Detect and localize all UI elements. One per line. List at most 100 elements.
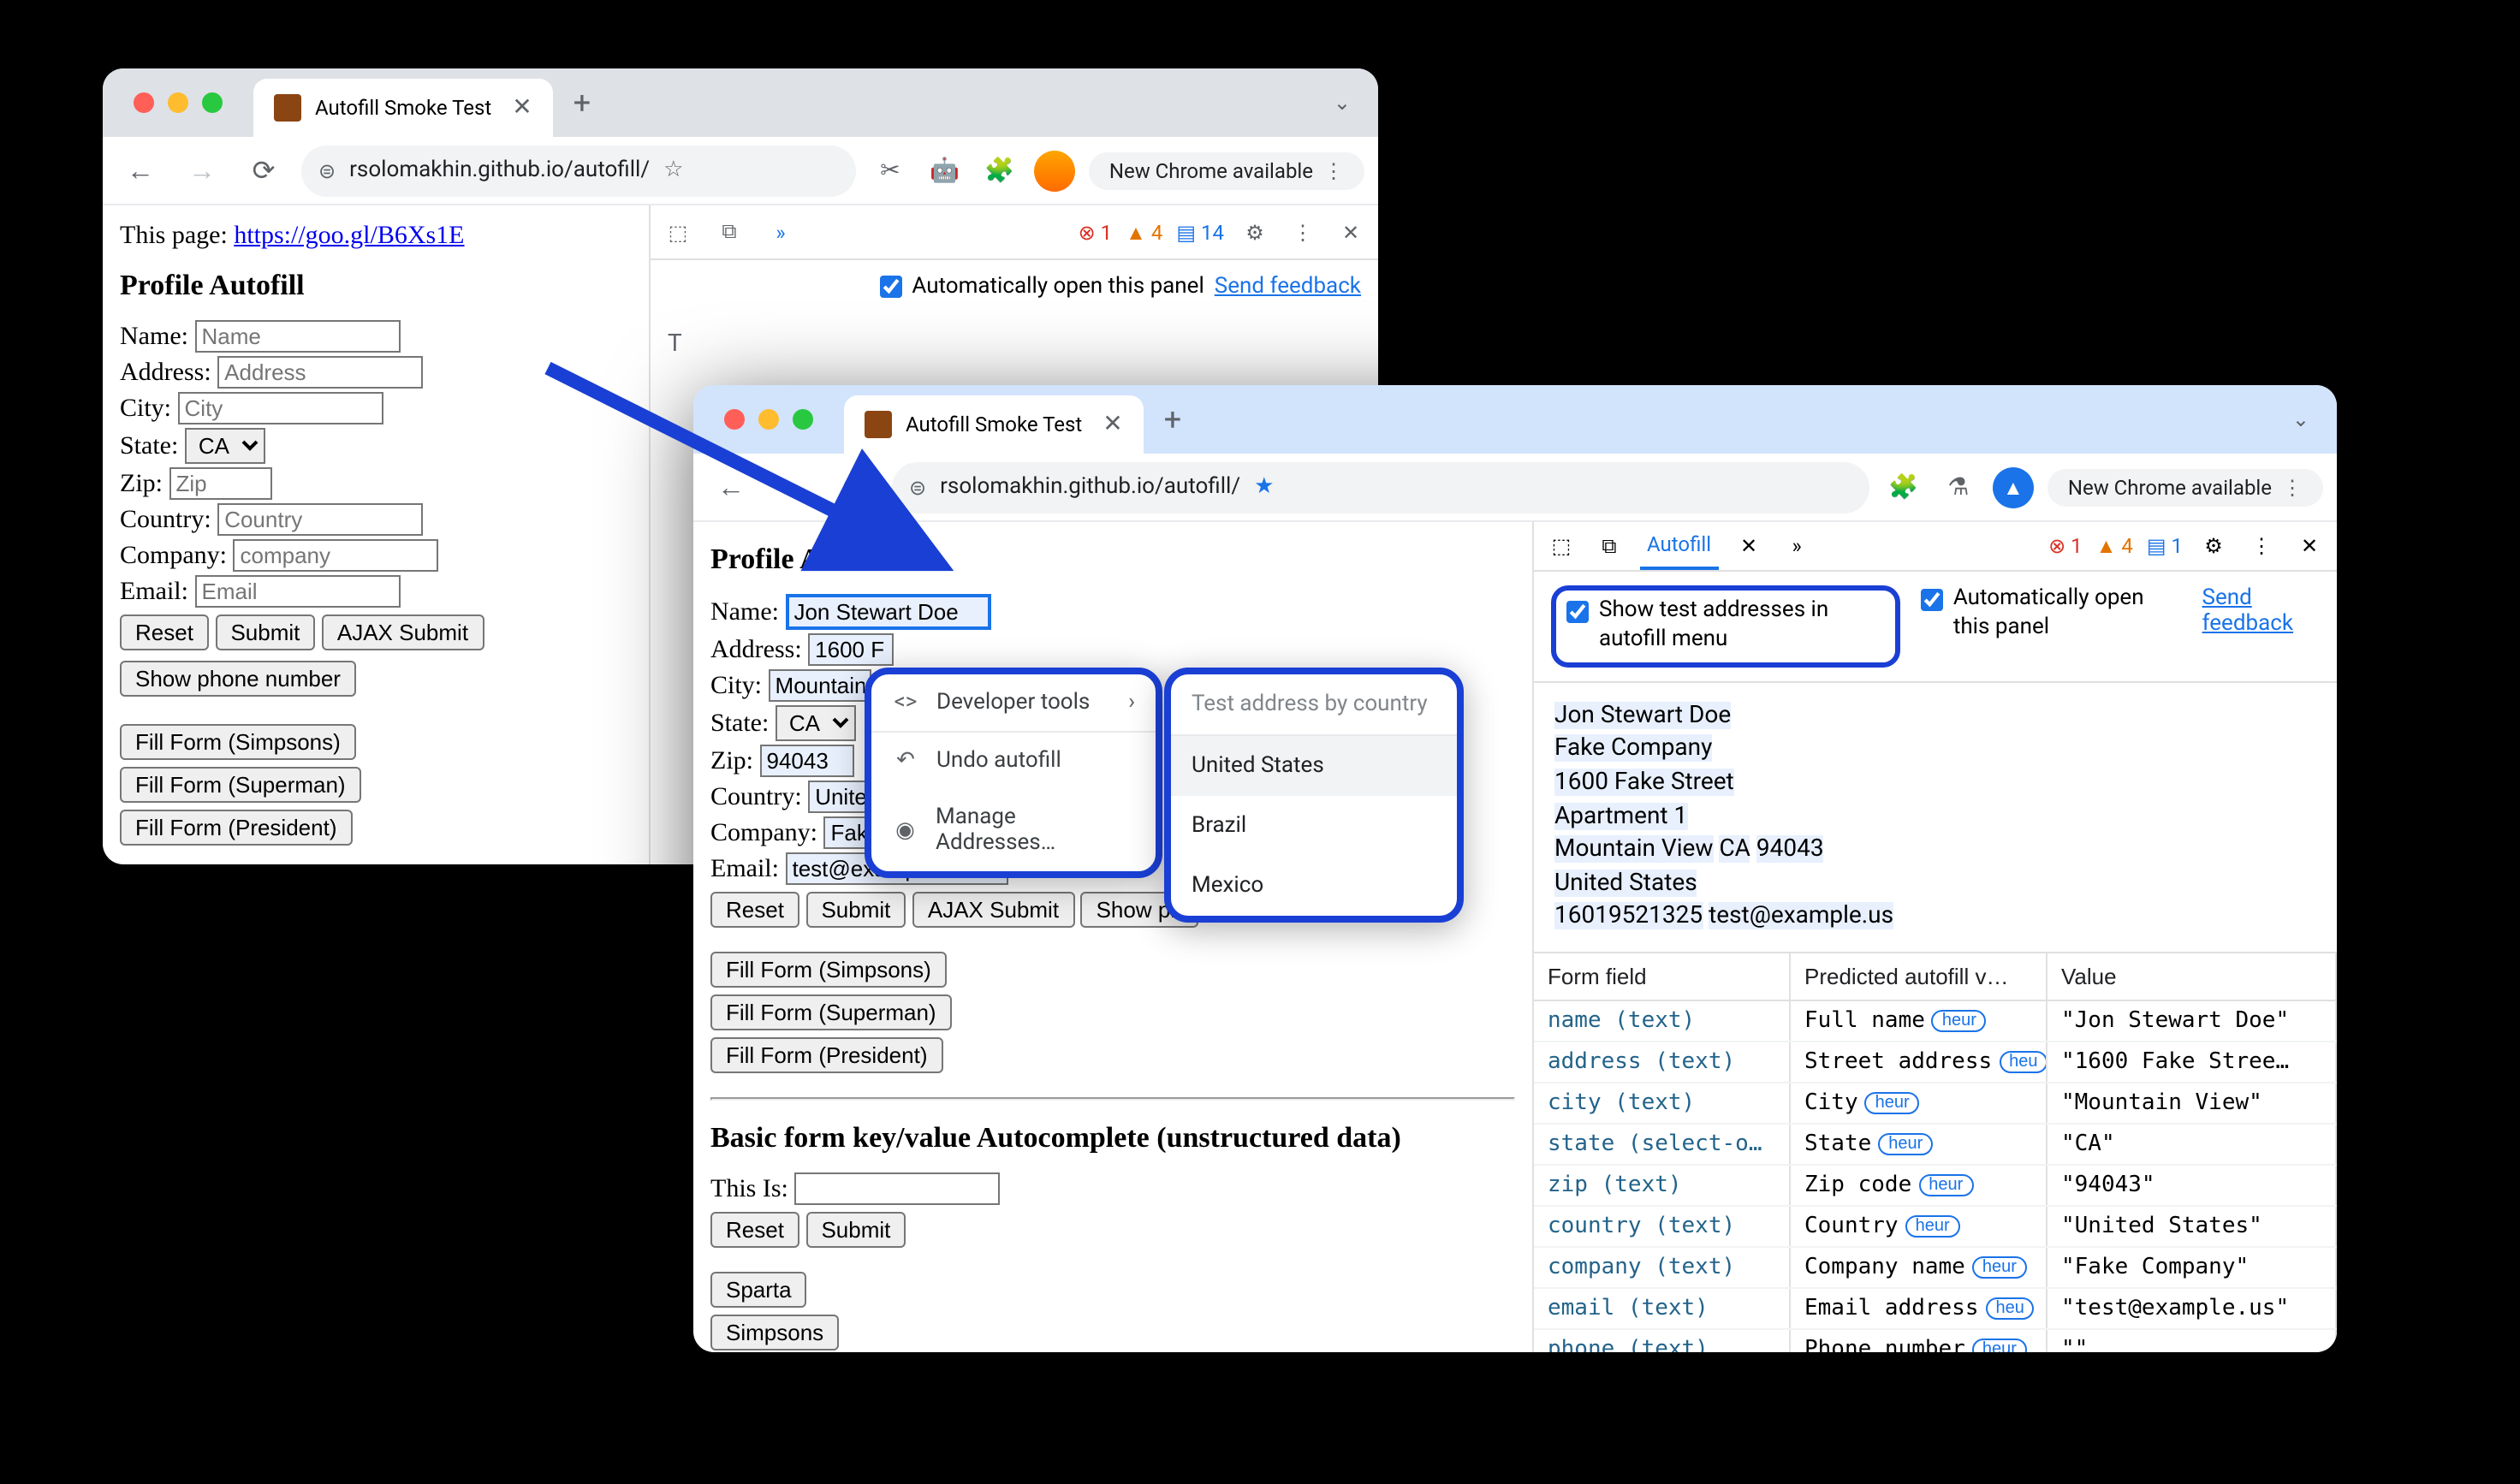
labs-icon[interactable]: ⚗ — [1938, 466, 1979, 508]
close-window-icon[interactable] — [724, 409, 745, 430]
fill-president-button[interactable]: Fill Form (President) — [120, 810, 353, 846]
error-count[interactable]: ⊗ 1 — [2048, 534, 2083, 558]
back-button[interactable]: ← — [707, 463, 755, 511]
this-is-input[interactable] — [794, 1172, 1000, 1205]
city-input[interactable] — [178, 392, 383, 424]
browser-tab[interactable]: Autofill Smoke Test ✕ — [253, 79, 553, 137]
zip-input[interactable] — [169, 467, 272, 500]
address-bar[interactable]: ⊜ rsolomakhin.github.io/autofill/ ☆ — [301, 145, 856, 196]
submit-button[interactable]: Submit — [215, 614, 315, 650]
tabs-overflow-icon[interactable]: ⌄ — [2292, 407, 2309, 431]
robot-icon[interactable]: 🤖 — [924, 150, 966, 191]
undo-autofill-item[interactable]: ↶ Undo autofill — [871, 733, 1156, 789]
table-row[interactable]: address (text) Street address heu "1600 … — [1534, 1042, 2337, 1083]
address-input[interactable] — [808, 633, 894, 666]
name-input[interactable] — [194, 320, 400, 353]
page-link[interactable]: https://goo.gl/B6Xs1E — [234, 223, 464, 250]
manage-addresses-item[interactable]: ◉ Manage Addresses… — [871, 789, 1156, 871]
show-test-addresses-checkbox[interactable] — [1566, 601, 1589, 623]
table-row[interactable]: name (text) Full name heur "Jon Stewart … — [1534, 1001, 2337, 1042]
close-window-icon[interactable] — [134, 92, 154, 113]
close-tab-icon[interactable]: ✕ — [1732, 534, 1766, 558]
close-devtools-icon[interactable]: ✕ — [2292, 534, 2327, 558]
auto-open-checkbox[interactable] — [1921, 589, 1943, 611]
submit-button-2[interactable]: Submit — [805, 1212, 906, 1248]
tabs-overflow-icon[interactable]: ⌄ — [1334, 91, 1351, 115]
table-row[interactable]: city (text) City heur "Mountain View" — [1534, 1083, 2337, 1125]
sparta-button[interactable]: Sparta — [710, 1272, 807, 1308]
inspect-icon[interactable]: ⬚ — [661, 220, 695, 244]
zip-input[interactable] — [760, 745, 854, 777]
fill-president-button[interactable]: Fill Form (President) — [710, 1037, 943, 1073]
autofill-tab[interactable]: Autofill — [1640, 522, 1718, 570]
new-tab-button[interactable]: + — [1164, 401, 1181, 437]
update-chip[interactable]: New Chrome available ⋮ — [2048, 468, 2323, 506]
fill-superman-button[interactable]: Fill Form (Superman) — [710, 994, 952, 1030]
maximize-window-icon[interactable] — [793, 409, 813, 430]
warning-count[interactable]: ▲ 4 — [1126, 220, 1162, 244]
reset-button[interactable]: Reset — [120, 614, 209, 650]
device-icon[interactable]: ⧉ — [1592, 533, 1626, 559]
developer-tools-item[interactable]: <> Developer tools › — [871, 674, 1156, 731]
state-select[interactable]: CA — [776, 705, 856, 741]
extensions-icon[interactable]: 🧩 — [1883, 466, 1924, 508]
table-row[interactable]: country (text) Country heur "United Stat… — [1534, 1207, 2337, 1248]
back-button[interactable]: ← — [116, 146, 164, 194]
email-input[interactable] — [195, 575, 401, 608]
city-input[interactable] — [769, 669, 871, 702]
auto-open-checkbox[interactable] — [879, 276, 901, 298]
bookmark-icon[interactable]: ☆ — [663, 157, 683, 183]
profile-avatar[interactable]: ▲ — [1993, 466, 2034, 508]
country-us-item[interactable]: United States — [1171, 736, 1457, 796]
more-tabs-icon[interactable]: » — [1780, 534, 1814, 558]
profile-avatar[interactable] — [1034, 150, 1075, 191]
table-row[interactable]: company (text) Company name heur "Fake C… — [1534, 1248, 2337, 1289]
submit-button[interactable]: Submit — [805, 892, 906, 928]
reset-button-2[interactable]: Reset — [710, 1212, 799, 1248]
bookmark-icon[interactable]: ★ — [1254, 474, 1274, 500]
device-icon[interactable]: ⧉ — [712, 219, 746, 245]
table-row[interactable]: email (text) Email address heu "test@exa… — [1534, 1289, 2337, 1330]
menu-dots-icon[interactable]: ⋮ — [2282, 475, 2303, 499]
fill-superman-button[interactable]: Fill Form (Superman) — [120, 767, 361, 803]
table-row[interactable]: zip (text) Zip code heur "94043" — [1534, 1166, 2337, 1207]
simpsons-button[interactable]: Simpsons — [710, 1315, 839, 1350]
state-select[interactable]: CA — [185, 428, 265, 464]
error-count[interactable]: ⊗ 1 — [1079, 220, 1113, 244]
minimize-window-icon[interactable] — [168, 92, 188, 113]
country-brazil-item[interactable]: Brazil — [1171, 796, 1457, 856]
send-feedback-link[interactable]: Send feedback — [2202, 585, 2321, 637]
address-bar[interactable]: ⊜ rsolomakhin.github.io/autofill/ ★ — [892, 461, 1869, 513]
maximize-window-icon[interactable] — [202, 92, 223, 113]
table-row[interactable]: phone (text) Phone number heur "" — [1534, 1330, 2337, 1352]
close-devtools-icon[interactable]: ✕ — [1334, 220, 1368, 244]
browser-tab[interactable]: Autofill Smoke Test ✕ — [844, 395, 1144, 454]
update-chip[interactable]: New Chrome available ⋮ — [1089, 151, 1364, 189]
more-tabs-icon[interactable]: » — [764, 220, 798, 244]
country-input[interactable] — [217, 503, 423, 536]
reload-button[interactable]: ⟳ — [830, 463, 878, 511]
new-tab-button[interactable]: + — [574, 85, 591, 121]
fill-simpsons-button[interactable]: Fill Form (Simpsons) — [710, 952, 947, 988]
inspect-icon[interactable]: ⬚ — [1544, 534, 1578, 558]
settings-icon[interactable]: ⚙ — [1238, 220, 1272, 244]
address-input[interactable] — [217, 356, 423, 389]
scissors-icon[interactable]: ✂ — [870, 150, 911, 191]
close-tab-icon[interactable]: ✕ — [512, 94, 532, 122]
ajax-submit-button[interactable]: AJAX Submit — [322, 614, 484, 650]
menu-dots-icon[interactable]: ⋮ — [1323, 158, 1344, 182]
forward-button[interactable]: → — [769, 463, 817, 511]
settings-icon[interactable]: ⚙ — [2196, 534, 2231, 558]
info-count[interactable]: ▤ 1 — [2147, 534, 2183, 558]
send-feedback-link[interactable]: Send feedback — [1215, 274, 1361, 300]
site-settings-icon[interactable]: ⊜ — [318, 158, 336, 182]
reset-button[interactable]: Reset — [710, 892, 799, 928]
close-tab-icon[interactable]: ✕ — [1102, 411, 1122, 438]
info-count[interactable]: ▤ 14 — [1176, 220, 1224, 244]
minimize-window-icon[interactable] — [758, 409, 779, 430]
forward-button[interactable]: → — [178, 146, 226, 194]
extensions-icon[interactable]: 🧩 — [979, 150, 1020, 191]
more-icon[interactable]: ⋮ — [1286, 220, 1320, 244]
company-input[interactable] — [234, 539, 439, 572]
name-input[interactable] — [785, 594, 990, 630]
